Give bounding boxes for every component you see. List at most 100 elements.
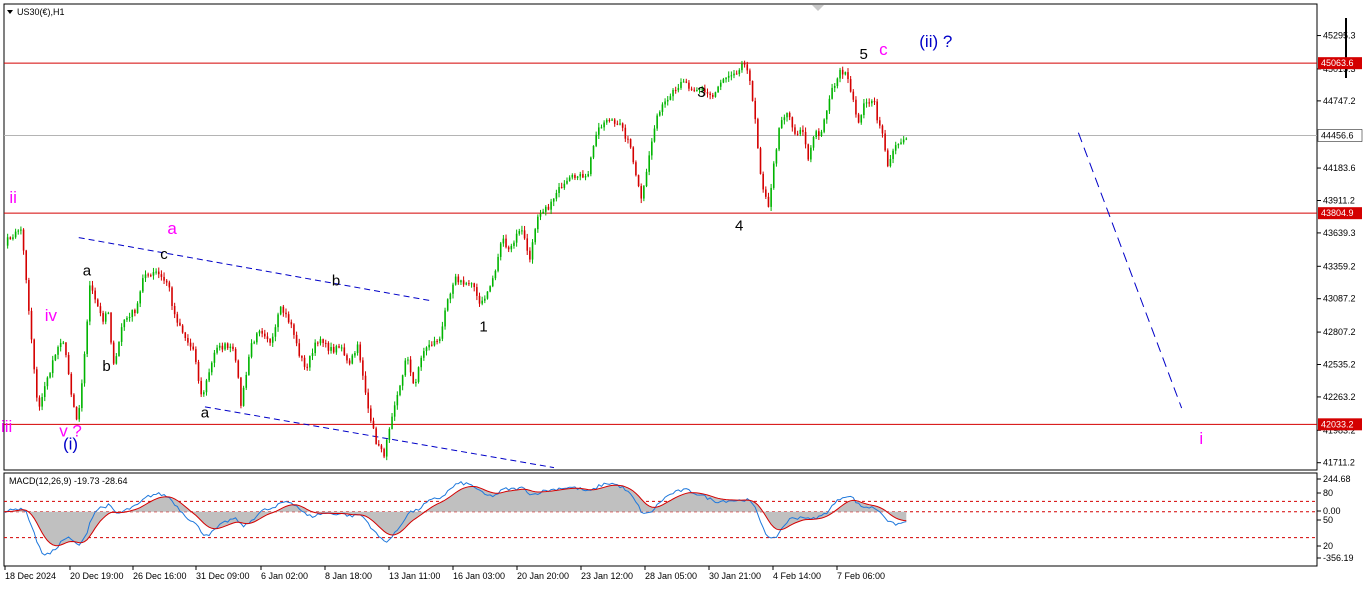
candle-body	[605, 119, 608, 123]
candle-body	[640, 186, 643, 199]
candle-body	[537, 216, 539, 230]
y-tick-label: 42535.2	[1323, 360, 1356, 370]
candle-body	[749, 70, 751, 81]
candle-body	[417, 367, 420, 382]
candle-body	[807, 144, 810, 160]
candle-body	[523, 230, 526, 239]
candle-body	[648, 155, 650, 172]
macd-histogram	[5, 485, 907, 546]
y-tick-label: 45295.3	[1323, 31, 1356, 41]
candle-body	[319, 339, 322, 344]
candle-body	[844, 72, 847, 75]
candle-body	[839, 69, 841, 79]
candle-body	[25, 250, 28, 281]
symbol-dropdown-icon[interactable]	[7, 10, 13, 14]
candle-body	[818, 131, 820, 136]
candle-body	[894, 145, 897, 151]
candle-body	[900, 142, 902, 145]
candle-body	[574, 175, 576, 178]
candle-body	[884, 133, 886, 151]
trend-line-0	[78, 237, 432, 302]
candle-body	[218, 345, 221, 348]
y-tick-label: 43087.2	[1323, 294, 1356, 304]
candle-body	[489, 286, 491, 292]
candle-body	[521, 230, 523, 232]
candle-body	[889, 158, 892, 167]
candle-body	[438, 338, 441, 341]
candle-body	[155, 271, 157, 273]
y-tick-label: 44183.6	[1323, 163, 1356, 173]
candle-body	[428, 344, 430, 348]
candle-body	[531, 242, 534, 260]
candle-body	[767, 196, 770, 207]
candle-body	[584, 176, 587, 178]
wave-label: c	[160, 246, 168, 263]
candle-body	[804, 131, 807, 145]
level-price-label: 45063.6	[1321, 58, 1354, 68]
candle-body	[51, 360, 54, 374]
candle-body	[123, 319, 126, 328]
candle-body	[476, 287, 478, 296]
candle-body	[664, 101, 666, 105]
macd-tick-label: -356.19	[1323, 553, 1354, 563]
candle-body	[847, 72, 849, 80]
level-price-label: 42033.2	[1321, 419, 1354, 429]
candle-body	[481, 300, 483, 304]
candle-body	[571, 175, 574, 178]
wave-label: 1	[479, 319, 487, 336]
candle-body	[714, 92, 717, 97]
candle-body	[725, 77, 727, 80]
candle-body	[20, 229, 22, 231]
time-axis: 18 Dec 2024 20 Dec 19:00 26 Dec 16:00 31 De…	[4, 566, 885, 581]
candle-body	[550, 201, 552, 210]
scroll-marker-icon[interactable]	[812, 5, 824, 11]
chart-root: ii iv iii v ? (i) a b c a a b 1 3 4 5 c (ii) ? i 45295.3 4…	[0, 0, 1366, 588]
candle-body	[203, 392, 205, 395]
trend-lines	[78, 132, 1183, 469]
candle-body	[823, 119, 825, 132]
candle-body	[73, 394, 75, 407]
price-chart[interactable]: iiiviii v ?(i)abcaab1345 c (ii) ?i 45295.34…	[0, 0, 1366, 588]
candle-body	[733, 73, 735, 76]
candle-body	[852, 91, 855, 100]
candle-body	[645, 171, 648, 187]
candle-body	[486, 291, 489, 299]
candle-body	[78, 408, 81, 420]
candle-body	[635, 162, 637, 176]
candle-body	[407, 359, 409, 361]
candle-body	[743, 63, 746, 65]
candle-body	[855, 99, 857, 115]
candle-body	[420, 357, 422, 368]
candle-body	[157, 271, 160, 275]
candle-body	[452, 284, 454, 294]
candle-body	[788, 112, 791, 118]
candle-body	[611, 119, 613, 121]
macd-axis: 244.68800.005020-356.19	[1317, 474, 1354, 563]
candle-body	[526, 238, 529, 251]
candle-body	[425, 347, 428, 352]
candle-body	[49, 373, 51, 378]
candle-body	[147, 274, 149, 276]
macd-tick-label: 80	[1323, 488, 1333, 498]
y-tick-label: 43639.3	[1323, 228, 1356, 238]
candle-body	[322, 339, 324, 343]
candle-body	[690, 88, 693, 90]
candle-body	[338, 346, 340, 348]
wave-label: b	[332, 272, 340, 289]
candle-body	[409, 359, 412, 373]
candle-body	[306, 366, 309, 368]
candle-body	[685, 81, 688, 83]
candle-body	[285, 312, 287, 315]
candle-body	[404, 360, 407, 376]
candle-body	[892, 150, 894, 159]
candle-body	[772, 163, 775, 188]
x-tick-label: 20 Dec 19:00	[70, 571, 124, 581]
candle-body	[613, 119, 616, 124]
candle-body	[375, 428, 377, 445]
candle-body	[722, 79, 725, 83]
candles	[6, 60, 908, 461]
x-tick-label: 30 Jan 21:00	[709, 571, 761, 581]
candle-body	[582, 174, 584, 178]
candle-body	[370, 408, 372, 421]
y-tick-label: 42807.2	[1323, 327, 1356, 337]
